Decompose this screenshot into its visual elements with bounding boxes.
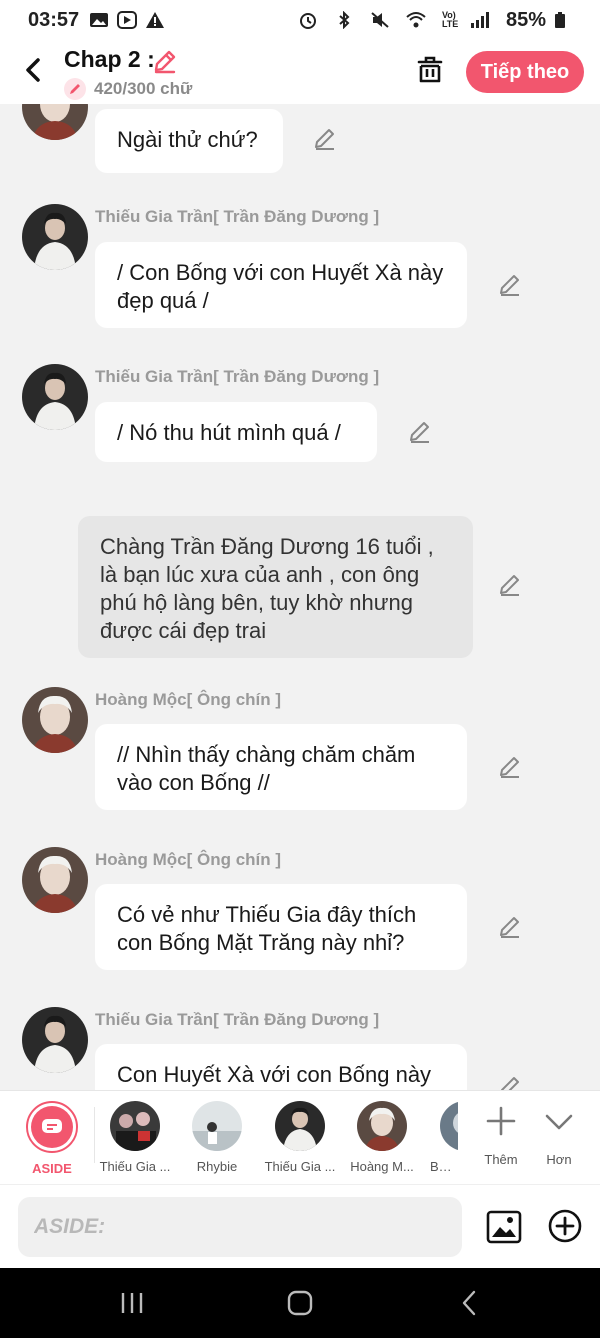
home-icon[interactable] [285, 1288, 315, 1318]
status-time: 03:57 [28, 8, 80, 31]
warning-icon [146, 12, 165, 28]
character-label: Bống [430, 1159, 458, 1174]
status-bar: 03:57 Vo) LTE 85% [0, 0, 600, 40]
message-bubble[interactable]: Con Huyết Xà với con Bống này [95, 1044, 467, 1090]
edit-message-icon[interactable] [407, 419, 433, 445]
divider [94, 1107, 95, 1163]
message-bubble[interactable]: Ngài thử chứ? [95, 109, 283, 173]
plus-icon [486, 1106, 516, 1136]
character-item[interactable]: Thiếu Gia ... [261, 1101, 339, 1174]
message-bubble[interactable]: // Nhìn thấy chàng chăm chăm vào con Bốn… [95, 724, 467, 810]
image-icon[interactable] [486, 1209, 522, 1245]
character-item[interactable]: Bống [424, 1101, 458, 1174]
battery-percent: 85% [505, 8, 546, 31]
character-label: Thiếu Gia ... [99, 1159, 171, 1174]
more-label: Hơn [546, 1152, 572, 1167]
system-nav-bar [0, 1268, 600, 1338]
message-bubble[interactable]: Có vẻ như Thiếu Gia đây thích con Bống M… [95, 884, 467, 970]
chapter-header: Chap 2 : 420/300 chữ Tiếp theo [0, 40, 600, 104]
message-text: Ngài thử chứ? [117, 127, 258, 152]
character-selector: ASIDE Thiếu Gia ... Rhybie Thiếu Gia ...… [0, 1090, 600, 1184]
avatar-old-man[interactable] [22, 687, 88, 753]
avatar-old-man[interactable] [22, 104, 88, 140]
speaker-name: Hoàng Mộc[ Ông chín ] [95, 850, 282, 869]
add-label: Thêm [484, 1152, 518, 1167]
pencil-badge-icon [64, 78, 86, 100]
gallery-icon [90, 13, 109, 27]
speaker-name: Thiếu Gia Trần[ Trần Đăng Dương ] [95, 367, 380, 386]
more-button[interactable]: Hơn [531, 1105, 587, 1167]
character-label: Hoàng M... [350, 1159, 414, 1174]
character-item[interactable]: Rhybie [178, 1101, 256, 1174]
battery-icon [555, 12, 565, 28]
edit-message-icon[interactable] [497, 754, 523, 780]
message-text: // Nhìn thấy chàng chăm chăm vào con Bốn… [117, 742, 416, 795]
word-count: 420/300 chữ [94, 79, 193, 98]
chat-area[interactable]: Ngài thử chứ? Thiếu Gia Trần[ Trần Đăng … [0, 104, 600, 1090]
trash-icon[interactable] [414, 54, 446, 86]
message-bubble[interactable]: / Nó thu hút mình quá / [95, 402, 377, 462]
add-circle-icon[interactable] [548, 1209, 582, 1243]
character-label: Rhybie [196, 1159, 238, 1174]
edit-message-icon[interactable] [497, 914, 523, 940]
alarm-icon [299, 13, 316, 29]
message-input[interactable] [18, 1197, 462, 1257]
speaker-name: Thiếu Gia Trần[ Trần Đăng Dương ] [95, 207, 380, 226]
message-text: / Nó thu hút mình quá / [117, 420, 341, 445]
app-notification-icon [117, 11, 138, 29]
message-bubble[interactable]: / Con Bống với con Huyết Xà này đẹp quá … [95, 242, 467, 328]
signal-icon [470, 12, 489, 28]
mute-icon [371, 12, 389, 28]
speaker-name: Thiếu Gia Trần[ Trần Đăng Dương ] [95, 1010, 380, 1029]
edit-message-icon[interactable] [497, 572, 523, 598]
character-aside[interactable]: ASIDE [13, 1101, 91, 1176]
message-text: Có vẻ như Thiếu Gia đây thích con Bống M… [117, 902, 417, 955]
edit-message-icon[interactable] [497, 272, 523, 298]
composer [0, 1184, 600, 1268]
avatar-young-man[interactable] [22, 204, 88, 270]
message-text: / Con Bống với con Huyết Xà này đẹp quá … [117, 260, 444, 313]
recent-apps-icon[interactable] [117, 1288, 147, 1318]
edit-message-icon[interactable] [497, 1074, 523, 1090]
edit-message-icon[interactable] [312, 126, 338, 152]
aside-text: Chàng Trần Đăng Dương 16 tuổi , là bạn l… [100, 534, 434, 643]
character-label: Thiếu Gia ... [264, 1159, 336, 1174]
wifi-icon [406, 12, 426, 28]
back-arrow-icon[interactable] [18, 54, 50, 86]
message-text: Con Huyết Xà với con Bống này [117, 1062, 432, 1087]
character-label: ASIDE [32, 1161, 72, 1176]
aside-chat-icon [42, 1119, 62, 1133]
character-item[interactable]: Thiếu Gia ... [96, 1101, 174, 1174]
speaker-name: Hoàng Mộc[ Ông chín ] [95, 690, 282, 709]
aside-bubble[interactable]: Chàng Trần Đăng Dương 16 tuổi , là bạn l… [78, 516, 473, 658]
bluetooth-icon [339, 11, 350, 29]
avatar-young-man[interactable] [22, 1007, 88, 1073]
edit-title-icon[interactable] [152, 48, 178, 74]
avatar-old-man[interactable] [22, 847, 88, 913]
character-item[interactable]: Hoàng M... [343, 1101, 421, 1174]
chevron-down-icon [545, 1114, 573, 1130]
word-count-row: 420/300 chữ [64, 78, 192, 100]
network-label: Vo) LTE [441, 10, 459, 29]
next-button[interactable]: Tiếp theo [466, 51, 584, 93]
add-character-button[interactable]: Thêm [473, 1105, 529, 1167]
chapter-title: Chap 2 : [64, 46, 155, 72]
avatar-young-man[interactable] [22, 364, 88, 430]
back-icon[interactable] [455, 1288, 485, 1318]
